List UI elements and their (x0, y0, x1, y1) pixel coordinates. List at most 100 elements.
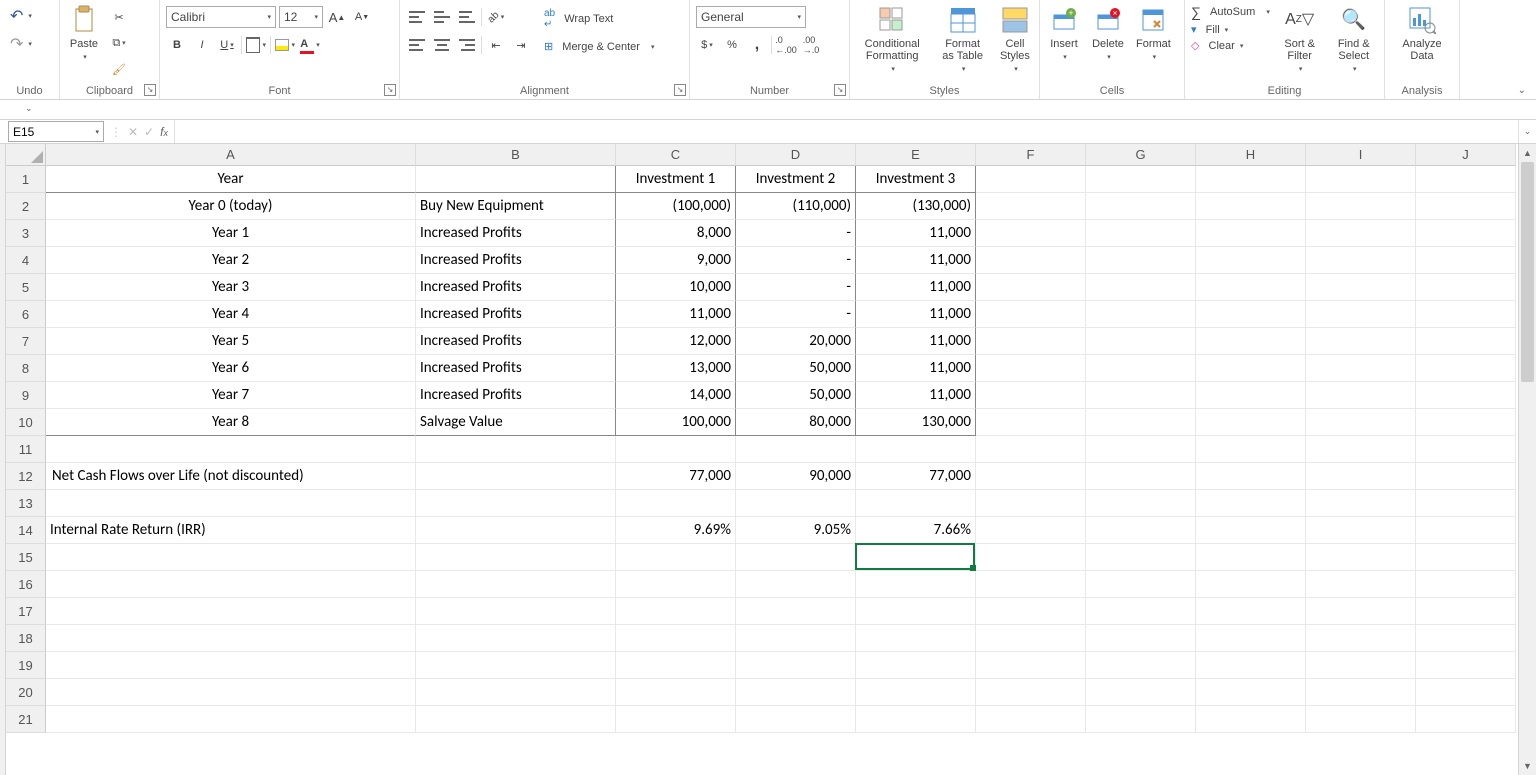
cell-E16[interactable] (856, 571, 976, 598)
wrap-text-button[interactable]: ab↵ Wrap Text (540, 6, 659, 32)
cell-B2[interactable]: Buy New Equipment (416, 193, 616, 220)
cell-B9[interactable]: Increased Profits (416, 382, 616, 409)
cell-J10[interactable] (1416, 409, 1516, 436)
cell-D21[interactable] (736, 706, 856, 733)
row-header-19[interactable]: 19 (6, 652, 46, 679)
cell-E17[interactable] (856, 598, 976, 625)
cell-G19[interactable] (1086, 652, 1196, 679)
cell-B21[interactable] (416, 706, 616, 733)
cell-D11[interactable] (736, 436, 856, 463)
cell-C19[interactable] (616, 652, 736, 679)
fx-button[interactable]: fx (160, 125, 168, 139)
cell-F15[interactable] (976, 544, 1086, 571)
number-dialog-launcher[interactable]: ↘ (834, 84, 846, 96)
cell-G6[interactable] (1086, 301, 1196, 328)
cell-I2[interactable] (1306, 193, 1416, 220)
cell-G13[interactable] (1086, 490, 1196, 517)
cell-I14[interactable] (1306, 517, 1416, 544)
cell-B18[interactable] (416, 625, 616, 652)
cell-H4[interactable] (1196, 247, 1306, 274)
cell-C10[interactable]: 100,000 (616, 409, 736, 436)
clear-button[interactable]: ◇ Clear▾ (1191, 39, 1270, 52)
align-center-button[interactable] (431, 34, 453, 56)
cell-H7[interactable] (1196, 328, 1306, 355)
cell-A1[interactable]: Year (46, 166, 416, 193)
row-header-21[interactable]: 21 (6, 706, 46, 733)
cell-F17[interactable] (976, 598, 1086, 625)
cell-J18[interactable] (1416, 625, 1516, 652)
cell-G7[interactable] (1086, 328, 1196, 355)
cell-G10[interactable] (1086, 409, 1196, 436)
underline-button[interactable]: U▾ (216, 34, 238, 56)
cut-button[interactable]: ✂ (108, 6, 130, 28)
cell-I7[interactable] (1306, 328, 1416, 355)
cell-E14[interactable]: 7.66% (856, 517, 976, 544)
cell-B5[interactable]: Increased Profits (416, 274, 616, 301)
cell-H10[interactable] (1196, 409, 1306, 436)
cell-C20[interactable] (616, 679, 736, 706)
col-header-F[interactable]: F (976, 144, 1086, 166)
cell-J21[interactable] (1416, 706, 1516, 733)
cell-styles-button[interactable]: Cell Styles▾ (995, 2, 1035, 78)
cell-F14[interactable] (976, 517, 1086, 544)
cell-A12[interactable]: Net Cash Flows over Life (not discounted… (46, 463, 416, 490)
cell-C4[interactable]: 9,000 (616, 247, 736, 274)
cell-H1[interactable] (1196, 166, 1306, 193)
cell-J13[interactable] (1416, 490, 1516, 517)
cell-B8[interactable]: Increased Profits (416, 355, 616, 382)
cell-J16[interactable] (1416, 571, 1516, 598)
cell-D3[interactable]: - (736, 220, 856, 247)
cell-E9[interactable]: 11,000 (856, 382, 976, 409)
cell-E8[interactable]: 11,000 (856, 355, 976, 382)
cell-J5[interactable] (1416, 274, 1516, 301)
col-header-I[interactable]: I (1306, 144, 1416, 166)
enter-formula-button[interactable]: ✓ (144, 125, 154, 139)
collapse-ribbon-button[interactable]: ⌄ (1518, 85, 1526, 96)
cell-G8[interactable] (1086, 355, 1196, 382)
cell-F3[interactable] (976, 220, 1086, 247)
cell-F20[interactable] (976, 679, 1086, 706)
align-middle-button[interactable] (431, 6, 453, 28)
cell-E21[interactable] (856, 706, 976, 733)
cell-G4[interactable] (1086, 247, 1196, 274)
cell-C11[interactable] (616, 436, 736, 463)
cell-J6[interactable] (1416, 301, 1516, 328)
cell-G14[interactable] (1086, 517, 1196, 544)
row-header-7[interactable]: 7 (6, 328, 46, 355)
cell-H11[interactable] (1196, 436, 1306, 463)
cell-A8[interactable]: Year 6 (46, 355, 416, 382)
cell-I13[interactable] (1306, 490, 1416, 517)
name-box[interactable]: E15▾ (8, 121, 104, 142)
cell-A19[interactable] (46, 652, 416, 679)
cell-A11[interactable] (46, 436, 416, 463)
cell-F1[interactable] (976, 166, 1086, 193)
cell-I16[interactable] (1306, 571, 1416, 598)
analyze-data-button[interactable]: Analyze Data (1389, 2, 1455, 64)
cell-D10[interactable]: 80,000 (736, 409, 856, 436)
cell-F12[interactable] (976, 463, 1086, 490)
cell-J12[interactable] (1416, 463, 1516, 490)
col-header-H[interactable]: H (1196, 144, 1306, 166)
cell-F16[interactable] (976, 571, 1086, 598)
cell-D16[interactable] (736, 571, 856, 598)
format-painter-button[interactable]: 🖌 (108, 58, 130, 80)
cell-B15[interactable] (416, 544, 616, 571)
cell-J2[interactable] (1416, 193, 1516, 220)
row-header-3[interactable]: 3 (6, 220, 46, 247)
row-header-8[interactable]: 8 (6, 355, 46, 382)
cell-E7[interactable]: 11,000 (856, 328, 976, 355)
row-header-13[interactable]: 13 (6, 490, 46, 517)
cell-C8[interactable]: 13,000 (616, 355, 736, 382)
cell-A2[interactable]: Year 0 (today) (46, 193, 416, 220)
format-cells-button[interactable]: Format▾ (1132, 2, 1175, 66)
cell-E6[interactable]: 11,000 (856, 301, 976, 328)
cell-D4[interactable]: - (736, 247, 856, 274)
cell-I8[interactable] (1306, 355, 1416, 382)
cell-H15[interactable] (1196, 544, 1306, 571)
cell-A10[interactable]: Year 8 (46, 409, 416, 436)
cell-C9[interactable]: 14,000 (616, 382, 736, 409)
cell-I12[interactable] (1306, 463, 1416, 490)
orientation-button[interactable]: ab▾ (485, 6, 507, 28)
cell-C14[interactable]: 9.69% (616, 517, 736, 544)
row-header-10[interactable]: 10 (6, 409, 46, 436)
